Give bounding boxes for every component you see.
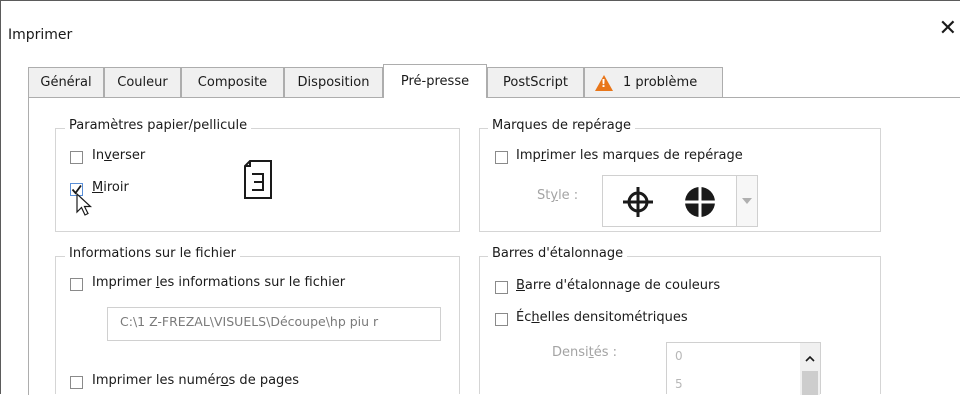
print-page-numbers-checkbox[interactable] <box>70 376 83 389</box>
warning-icon: ! <box>595 74 613 91</box>
color-bar-label[interactable]: Barre d'étalonnage de couleurs <box>516 278 720 293</box>
tab-disposition[interactable]: Disposition <box>284 67 383 97</box>
window-frame-left <box>0 0 1 394</box>
invert-checkbox[interactable] <box>70 151 83 164</box>
window-title: Imprimer <box>8 27 73 43</box>
mouse-cursor-icon <box>76 193 93 216</box>
densities-list[interactable]: 0 5 <box>666 342 821 395</box>
window-frame-top <box>0 0 960 1</box>
tab-problems[interactable]: ! 1 problème <box>584 67 723 97</box>
invert-label[interactable]: Inverser <box>92 148 145 163</box>
scrollbar-thumb[interactable] <box>802 371 818 395</box>
print-page-numbers-label[interactable]: Imprimer les numéros de pages <box>92 373 299 388</box>
print-registration-checkbox[interactable] <box>495 151 508 164</box>
close-icon[interactable]: ✕ <box>939 17 957 41</box>
print-file-info-checkbox[interactable] <box>70 278 83 291</box>
color-bar-checkbox[interactable] <box>495 281 508 294</box>
densities-label: Densités : <box>552 345 618 360</box>
paper-settings-title: Paramètres papier/pellicule <box>65 118 252 133</box>
chevron-up-icon[interactable] <box>805 355 815 362</box>
style-dropdown-button[interactable] <box>736 176 757 226</box>
list-item[interactable]: 0 <box>675 349 683 363</box>
file-info-title: Informations sur le fichier <box>65 246 240 261</box>
style-picker[interactable] <box>602 175 758 227</box>
calibration-title: Barres d'étalonnage <box>488 246 628 261</box>
print-registration-label[interactable]: Imprimer les marques de repérage <box>516 148 743 163</box>
densitometer-label[interactable]: Échelles densitométriques <box>516 310 688 325</box>
tab-couleur[interactable]: Couleur <box>104 67 181 97</box>
file-path-field[interactable]: C:\1 Z-FREZAL\VISUELS\Découpe\hp piu r <box>107 307 441 341</box>
registration-title: Marques de repérage <box>488 118 635 133</box>
tab-composite[interactable]: Composite <box>181 67 284 97</box>
print-file-info-label[interactable]: Imprimer les informations sur le fichier <box>92 275 345 290</box>
crosshair-icon <box>623 187 653 217</box>
tab-postscript[interactable]: PostScript <box>487 67 584 97</box>
densities-scrollbar[interactable] <box>800 343 820 395</box>
chevron-down-icon <box>742 198 752 204</box>
densitometer-checkbox[interactable] <box>495 313 508 326</box>
tab-general[interactable]: Général <box>28 67 104 97</box>
mirror-label[interactable]: Miroir <box>92 180 129 195</box>
style-label: Style : <box>537 188 579 203</box>
list-item[interactable]: 5 <box>675 377 683 391</box>
page-mirror-icon <box>244 160 272 199</box>
quartered-circle-icon <box>682 184 718 220</box>
tab-pre-presse[interactable]: Pré-presse <box>383 64 487 98</box>
